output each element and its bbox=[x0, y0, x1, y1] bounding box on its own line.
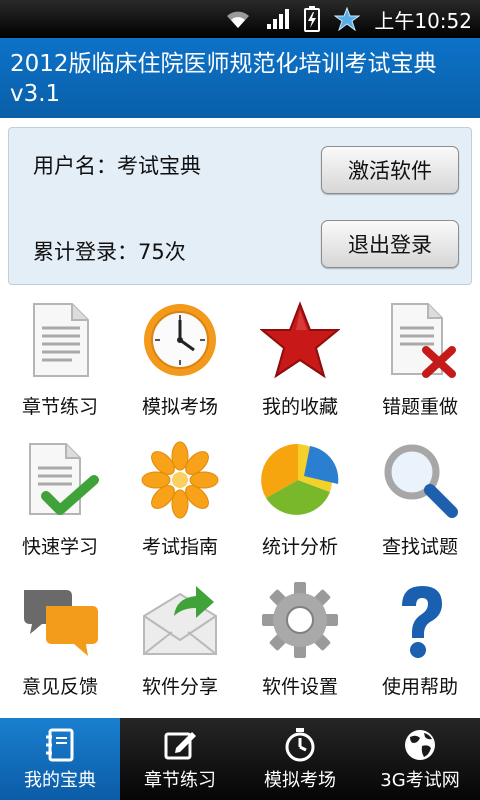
chat-bubbles-icon bbox=[24, 590, 98, 656]
grid-item-label: 考试指南 bbox=[141, 536, 218, 558]
stopwatch-icon bbox=[285, 728, 315, 762]
grid-item-statistics[interactable]: 统计分析 bbox=[240, 430, 360, 570]
mail-share-icon bbox=[143, 586, 217, 655]
user-panel: 用户名：考试宝典 累计登录：75次 激活软件 退出登录 bbox=[8, 127, 472, 285]
grid-item-label: 统计分析 bbox=[261, 536, 338, 558]
grid-item-label: 使用帮助 bbox=[381, 676, 458, 698]
grid-item-search[interactable]: 查找试题 bbox=[360, 430, 480, 570]
nav-tab-chapter-practice[interactable]: 章节练习 bbox=[120, 718, 240, 800]
grid-item-exam-guide[interactable]: 考试指南 bbox=[120, 430, 240, 570]
feature-grid: 章节练习 模拟考场 我的收藏 错题重做 快速学习 考试指南 统计分析 查找试题 … bbox=[0, 290, 480, 710]
wifi-icon bbox=[224, 8, 252, 30]
grid-item-help[interactable]: 使用帮助 bbox=[360, 570, 480, 710]
grid-item-favorites[interactable]: 我的收藏 bbox=[240, 290, 360, 430]
grid-item-label: 快速学习 bbox=[21, 536, 98, 558]
status-bar: 上午10:52 bbox=[0, 0, 480, 38]
app-title-bar: 2012版临床住院医师规范化培训考试宝典v3.1 bbox=[0, 38, 480, 118]
document-error-icon bbox=[391, 303, 456, 378]
nav-tab-3g-exam-site[interactable]: 3G考试网 bbox=[360, 718, 480, 800]
clock-time: 上午10:52 bbox=[374, 8, 472, 33]
bottom-nav: 我的宝典 章节练习 模拟考场 3G考试网 bbox=[0, 718, 480, 800]
question-icon bbox=[402, 586, 442, 658]
nav-label: 3G考试网 bbox=[380, 770, 460, 791]
magnifier-icon bbox=[384, 444, 458, 518]
globe-icon bbox=[405, 730, 435, 760]
activate-button[interactable]: 激活软件 bbox=[321, 146, 459, 194]
grid-item-share[interactable]: 软件分享 bbox=[120, 570, 240, 710]
grid-item-label: 查找试题 bbox=[381, 536, 458, 558]
gear-icon bbox=[262, 582, 338, 658]
signal-icon bbox=[266, 8, 290, 30]
nav-tab-mock-exam[interactable]: 模拟考场 bbox=[240, 718, 360, 800]
document-icon bbox=[33, 303, 89, 377]
grid-item-settings[interactable]: 软件设置 bbox=[240, 570, 360, 710]
nav-tab-my-handbook[interactable]: 我的宝典 bbox=[0, 718, 120, 800]
clock-icon bbox=[144, 304, 216, 376]
nav-label: 我的宝典 bbox=[24, 770, 96, 791]
flower-icon bbox=[141, 441, 219, 519]
grid-item-wrong-redo[interactable]: 错题重做 bbox=[360, 290, 480, 430]
grid-item-label: 我的收藏 bbox=[261, 396, 338, 418]
grid-item-mock-exam[interactable]: 模拟考场 bbox=[120, 290, 240, 430]
pie-chart-icon bbox=[261, 443, 339, 515]
document-check-icon bbox=[29, 443, 99, 515]
grid-item-chapter-practice[interactable]: 章节练习 bbox=[0, 290, 120, 430]
nav-label: 章节练习 bbox=[144, 770, 216, 791]
app-title: 2012版临床住院医师规范化培训考试宝典v3.1 bbox=[10, 51, 437, 107]
grid-item-feedback[interactable]: 意见反馈 bbox=[0, 570, 120, 710]
grid-item-label: 软件设置 bbox=[261, 676, 338, 698]
grid-item-label: 意见反馈 bbox=[21, 676, 98, 698]
username-text: 用户名：考试宝典 bbox=[33, 154, 201, 178]
grid-item-label: 软件分享 bbox=[141, 676, 218, 698]
nav-label: 模拟考场 bbox=[264, 770, 336, 791]
grid-item-label: 模拟考场 bbox=[141, 396, 218, 418]
grid-item-quick-study[interactable]: 快速学习 bbox=[0, 430, 120, 570]
star-icon bbox=[334, 7, 361, 31]
login-count-text: 累计登录：75次 bbox=[33, 240, 186, 264]
grid-item-label: 错题重做 bbox=[381, 396, 458, 418]
logout-button[interactable]: 退出登录 bbox=[321, 220, 459, 268]
grid-item-label: 章节练习 bbox=[21, 396, 98, 418]
notebook-icon bbox=[46, 728, 74, 762]
edit-icon bbox=[164, 732, 196, 760]
star-icon bbox=[260, 301, 340, 379]
battery-charging-icon bbox=[304, 6, 321, 32]
